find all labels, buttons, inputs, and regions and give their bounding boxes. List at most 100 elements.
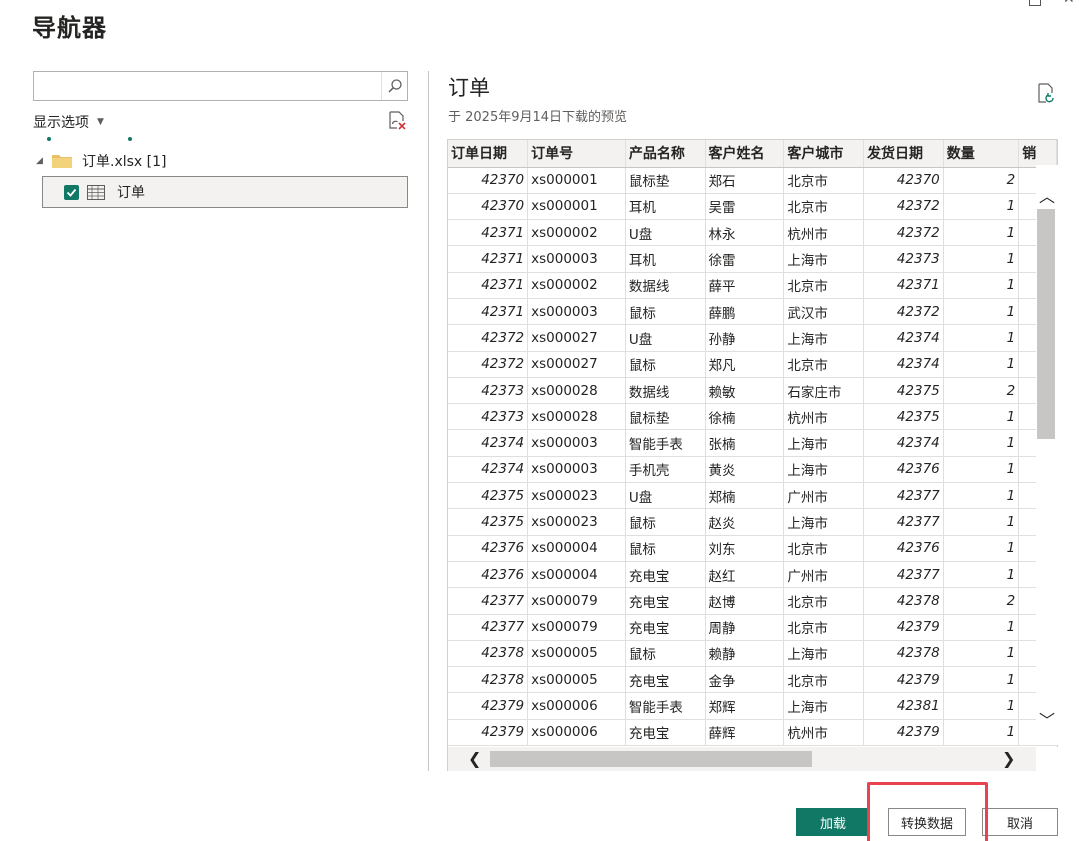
table-cell: 耳机 (625, 245, 706, 273)
table-cell: 42371 (448, 272, 529, 299)
table-row: 42371 xs000003 鼠标 薛鹏 武汉市 42372 1 (448, 298, 1057, 326)
table-row: 42378 xs000005 鼠标 赖静 上海市 42378 1 (448, 640, 1057, 668)
table-cell: 徐雷 (705, 245, 785, 273)
table-cell: xs000002 (527, 219, 626, 247)
table-cell: 张楠 (705, 429, 785, 457)
table-cell: 42371 (863, 272, 944, 299)
preview-refresh-button[interactable] (1036, 82, 1056, 104)
table-cell: 42376 (863, 456, 944, 484)
table-cell: 42375 (448, 508, 529, 536)
table-cell: 42370 (863, 167, 944, 194)
table-cell: xs000027 (527, 351, 626, 378)
column-header[interactable]: 客户姓名 (705, 140, 785, 168)
table-row: 42375 xs000023 U盘 郑楠 广州市 42377 1 (448, 482, 1057, 510)
maximize-button[interactable] (1029, 0, 1041, 6)
table-cell: 赵博 (705, 587, 785, 615)
table-cell: 赖静 (705, 640, 785, 668)
table-cell: 1 (943, 719, 1020, 747)
table-cell: 周静 (705, 614, 785, 641)
table-cell: xs000006 (527, 719, 626, 747)
table-cell: xs000003 (527, 245, 626, 273)
table-cell: 石家庄市 (783, 377, 865, 405)
panel-divider[interactable] (428, 71, 429, 771)
search-input[interactable] (34, 72, 382, 100)
preview-title: 订单 (448, 76, 490, 100)
table-cell: 广州市 (783, 482, 865, 510)
table-cell: xs000005 (527, 666, 626, 694)
table-cell: 1 (943, 298, 1020, 326)
load-button[interactable]: 加载 (796, 808, 870, 836)
preview-subtitle: 于 2025年9月14日下载的预览 (448, 110, 628, 125)
table-cell: 手机壳 (625, 456, 706, 484)
table-checkbox[interactable] (64, 184, 79, 200)
table-cell: 北京市 (783, 167, 865, 194)
close-button[interactable]: ✕ (1063, 0, 1075, 6)
table-row: 42379 xs000006 智能手表 郑辉 上海市 42381 1 (448, 692, 1057, 720)
table-cell: 北京市 (783, 193, 865, 221)
search-box[interactable] (33, 71, 408, 101)
preview-grid[interactable]: 订单日期 订单号 产品名称 客户姓名 客户城市 发货日期 数量销 42370 xs000001… (447, 139, 1058, 771)
refresh-button[interactable] (386, 110, 408, 132)
table-cell: 42372 (863, 298, 944, 326)
tree-item-table[interactable]: 订单 (42, 176, 408, 208)
table-cell: 42374 (863, 324, 944, 352)
horizontal-scrollbar[interactable]: ❮ ❯ (448, 747, 1036, 771)
table-cell: 郑石 (705, 167, 785, 194)
vertical-scrollbar[interactable]: ︿ ﹀ (1036, 165, 1058, 745)
column-header[interactable]: 订单日期 (448, 140, 529, 168)
table-cell: xs000004 (527, 535, 626, 562)
table-cell: 42375 (448, 482, 529, 510)
table-cell: xs000079 (527, 587, 626, 615)
table-cell: 智能手表 (625, 692, 706, 720)
column-header[interactable]: 发货日期 (863, 140, 944, 168)
table-row: 42372 xs000027 鼠标 郑凡 北京市 42374 1 (448, 351, 1057, 378)
table-cell: 42377 (863, 482, 944, 510)
search-icon (387, 79, 402, 93)
table-cell: 鼠标 (625, 640, 706, 668)
table-row: 42371 xs000003 耳机 徐雷 上海市 42373 1 (448, 245, 1057, 273)
horizontal-scroll-thumb[interactable] (490, 751, 812, 767)
table-cell: 1 (943, 351, 1020, 378)
column-header[interactable]: 销 (1018, 140, 1057, 168)
table-cell: 1 (943, 324, 1020, 352)
cancel-button[interactable]: 取消 (982, 808, 1058, 836)
column-header[interactable]: 客户城市 (783, 140, 865, 168)
table-cell: 1 (943, 614, 1020, 641)
tree-item-file-label: 订单.xlsx [1] (82, 154, 167, 170)
table-cell: xs000001 (527, 193, 626, 221)
chevron-right-icon[interactable]: ❯ (1002, 749, 1015, 768)
chevron-left-icon[interactable]: ❮ (468, 749, 481, 768)
table-cell: 1 (943, 245, 1020, 273)
table-cell: 鼠标垫 (625, 403, 706, 431)
table-cell: 1 (943, 403, 1020, 431)
vertical-scroll-thumb[interactable] (1037, 209, 1055, 439)
table-cell: xs000079 (527, 614, 626, 641)
table-cell: 1 (943, 640, 1020, 668)
table-cell: 黄炎 (705, 456, 785, 484)
table-cell: 42374 (863, 429, 944, 457)
table-cell: 上海市 (783, 245, 865, 273)
scroll-corner (1036, 747, 1058, 771)
table-cell: 北京市 (783, 535, 865, 562)
table-cell: 42372 (863, 193, 944, 221)
column-header[interactable]: 订单号 (527, 140, 626, 168)
table-cell: xs000023 (527, 508, 626, 536)
search-button[interactable] (381, 72, 407, 100)
display-options-menu[interactable]: 显示选项 ▼ (33, 112, 104, 132)
table-cell: 42376 (448, 561, 529, 589)
table-cell: xs000006 (527, 692, 626, 720)
display-options-label: 显示选项 (33, 115, 89, 131)
table-cell: 42375 (863, 403, 944, 431)
column-header[interactable]: 数量 (943, 140, 1020, 168)
table-cell: 郑楠 (705, 482, 785, 510)
chevron-up-icon[interactable]: ︿ (1039, 183, 1055, 207)
table-cell: 42379 (448, 719, 529, 747)
table-cell: 42378 (863, 640, 944, 668)
column-header[interactable]: 产品名称 (625, 140, 706, 168)
chevron-down-icon: ▼ (97, 117, 104, 127)
tree-item-file[interactable]: ◢ 订单.xlsx [1] (36, 151, 167, 171)
expand-icon[interactable]: ◢ (36, 156, 52, 166)
table-cell: 42378 (448, 666, 529, 694)
table-cell: 上海市 (783, 640, 865, 668)
chevron-down-icon[interactable]: ﹀ (1039, 707, 1055, 731)
